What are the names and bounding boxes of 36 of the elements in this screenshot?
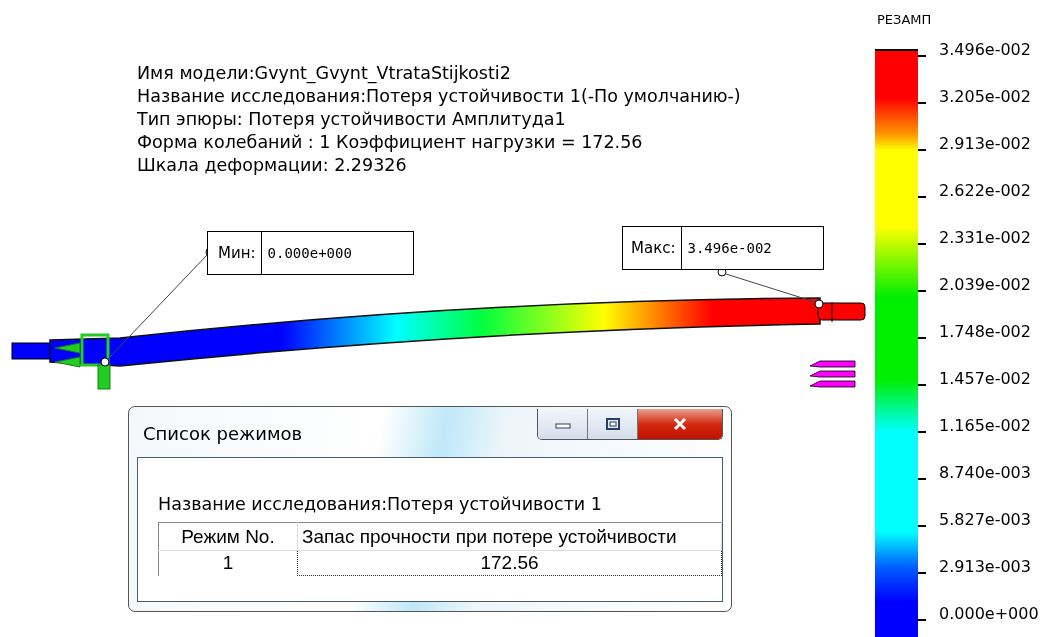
window-title: Список режимов [142, 422, 303, 446]
probe-value: 3.496e-002 [686, 240, 772, 256]
minimize-button[interactable] [538, 409, 588, 439]
info-line: Название исследования:Потеря устойчивости 1(-По умолчанию-) [137, 85, 742, 108]
scale-value: 1.165e-002 [939, 416, 1031, 435]
scale-value: 8.740e-003 [939, 463, 1031, 482]
scale-value: 2.039e-002 [939, 275, 1031, 294]
scale-value: 1.457e-002 [939, 369, 1031, 388]
table-cell[interactable]: 172.56 [297, 550, 722, 576]
scale-value: 0.000e+000 [939, 604, 1039, 623]
column-header[interactable]: Режим No. [158, 522, 298, 551]
maximize-icon [604, 417, 621, 431]
close-icon [672, 417, 688, 431]
probe-name: Мин: [208, 232, 262, 274]
info-line: Шкала деформации: 2.29326 [137, 154, 408, 177]
probe-name: Макс: [623, 227, 682, 269]
legend-title: РЕЗАМП [877, 12, 933, 29]
scale-value: 2.913e-003 [939, 557, 1031, 576]
scale-value: 3.205e-002 [939, 87, 1031, 106]
close-button[interactable] [638, 409, 722, 439]
table-cell[interactable]: 1 [158, 550, 298, 576]
probe-value: 0.000e+000 [266, 245, 352, 261]
maximize-button[interactable] [588, 409, 638, 439]
scale-value: 2.622e-002 [939, 181, 1031, 200]
scale-value: 1.748e-002 [939, 322, 1031, 341]
fixture-icon [54, 333, 111, 390]
scale-value: 5.827e-003 [939, 510, 1031, 529]
info-line: Имя модели:Gvynt_Gvynt_VtrataStijkosti2 [137, 62, 512, 85]
info-line: Тип эпюры: Потеря устойчивости Амплитуда1 [137, 108, 567, 131]
study-name: Название исследования:Потеря устойчивости 1 [158, 494, 603, 514]
info-line: Форма колебаний : 1 Коэффициент нагрузки = 172.56 [137, 131, 644, 154]
load-arrows-icon [809, 360, 856, 388]
scale-value: 2.331e-002 [939, 228, 1031, 247]
column-header[interactable]: Запас прочности при потере устойчивости [297, 522, 722, 551]
scale-value: 3.496e-002 [939, 40, 1031, 59]
scale-value: 2.913e-002 [939, 134, 1031, 153]
